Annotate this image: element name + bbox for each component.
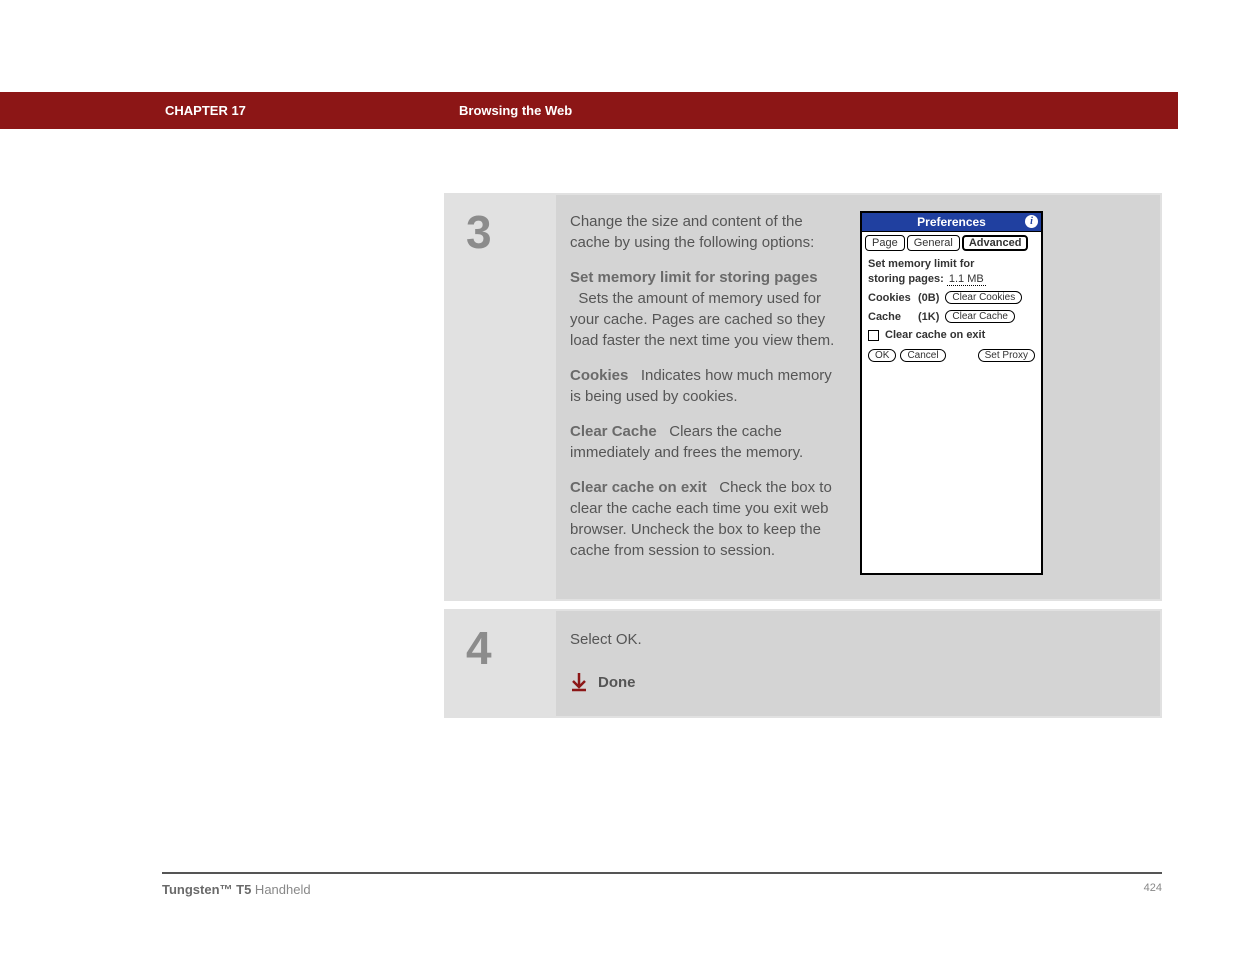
tab-page[interactable]: Page: [865, 235, 905, 251]
dialog-title: Preferences: [917, 215, 986, 229]
footer-product-name: Tungsten™ T5: [162, 882, 251, 897]
page-footer: Tungsten™ T5 Handheld 424: [162, 872, 1162, 897]
option-label: Clear cache on exit: [570, 479, 707, 496]
dialog-tabs: Page General Advanced: [862, 232, 1041, 251]
cookies-size: (0B): [918, 292, 939, 304]
step-3-text: Change the size and content of the cache…: [570, 211, 842, 575]
option-label: Cookies: [570, 367, 628, 384]
cookies-label: Cookies: [868, 292, 912, 304]
footer-product-type: Handheld: [251, 882, 310, 897]
memory-limit-label-1: Set memory limit for: [868, 258, 1035, 270]
tab-general[interactable]: General: [907, 235, 960, 251]
tab-advanced[interactable]: Advanced: [962, 235, 1029, 251]
step-3-body: Change the size and content of the cache…: [556, 195, 1160, 599]
dialog-body: Set memory limit for storing pages: 1.1 …: [862, 251, 1041, 368]
info-icon[interactable]: i: [1025, 215, 1038, 228]
content-area: 3 Change the size and content of the cac…: [444, 193, 1162, 726]
option-cookies: Cookies Indicates how much memory is bei…: [570, 365, 842, 407]
clear-cookies-button[interactable]: Clear Cookies: [945, 291, 1022, 304]
done-row: Done: [570, 672, 1142, 692]
cache-label: Cache: [868, 311, 912, 323]
clear-cache-button[interactable]: Clear Cache: [945, 310, 1015, 323]
memory-limit-label-2: storing pages: 1.1 MB: [868, 273, 1035, 285]
option-memory-limit: Set memory limit for storing pages Sets …: [570, 267, 842, 351]
step-4-block: 4 Select OK. Done: [444, 609, 1162, 718]
chapter-header: CHAPTER 17 Browsing the Web: [0, 92, 1178, 129]
dialog-titlebar: Preferences i: [862, 213, 1041, 232]
step-number-column: 3: [446, 195, 556, 599]
set-proxy-button[interactable]: Set Proxy: [978, 349, 1035, 362]
cancel-button[interactable]: Cancel: [900, 349, 945, 362]
cookies-row: Cookies (0B) Clear Cookies: [868, 291, 1035, 304]
clear-on-exit-checkbox[interactable]: [868, 330, 879, 341]
chapter-label: CHAPTER 17: [165, 103, 246, 118]
clear-on-exit-label: Clear cache on exit: [885, 329, 985, 341]
step-3-block: 3 Change the size and content of the cac…: [444, 193, 1162, 601]
step-3-intro: Change the size and content of the cache…: [570, 211, 842, 253]
chapter-title: Browsing the Web: [459, 103, 572, 118]
option-clear-cache: Clear Cache Clears the cache immediately…: [570, 421, 842, 463]
dialog-footer: OK Cancel Set Proxy: [868, 349, 1035, 362]
option-label: Set memory limit for storing pages: [570, 269, 818, 286]
option-clear-on-exit: Clear cache on exit Check the box to cle…: [570, 477, 842, 561]
step-4-number: 4: [466, 625, 556, 671]
option-desc: Sets the amount of memory used for your …: [570, 290, 834, 349]
done-label: Done: [598, 674, 636, 691]
clear-on-exit-row: Clear cache on exit: [868, 329, 1035, 341]
memory-limit-label-text: storing pages:: [868, 273, 944, 285]
memory-limit-value[interactable]: 1.1 MB: [947, 273, 986, 286]
step-4-body: Select OK. Done: [556, 611, 1160, 716]
cache-row: Cache (1K) Clear Cache: [868, 310, 1035, 323]
ok-button[interactable]: OK: [868, 349, 896, 362]
cache-size: (1K): [918, 311, 939, 323]
step-number-column: 4: [446, 611, 556, 716]
step-4-text: Select OK.: [570, 631, 1142, 648]
footer-product: Tungsten™ T5 Handheld: [162, 882, 311, 897]
option-label: Clear Cache: [570, 423, 657, 440]
preferences-dialog: Preferences i Page General Advanced Set …: [860, 211, 1043, 575]
footer-page-number: 424: [1144, 882, 1162, 897]
done-arrow-icon: [570, 672, 588, 692]
step-3-number: 3: [466, 209, 556, 255]
